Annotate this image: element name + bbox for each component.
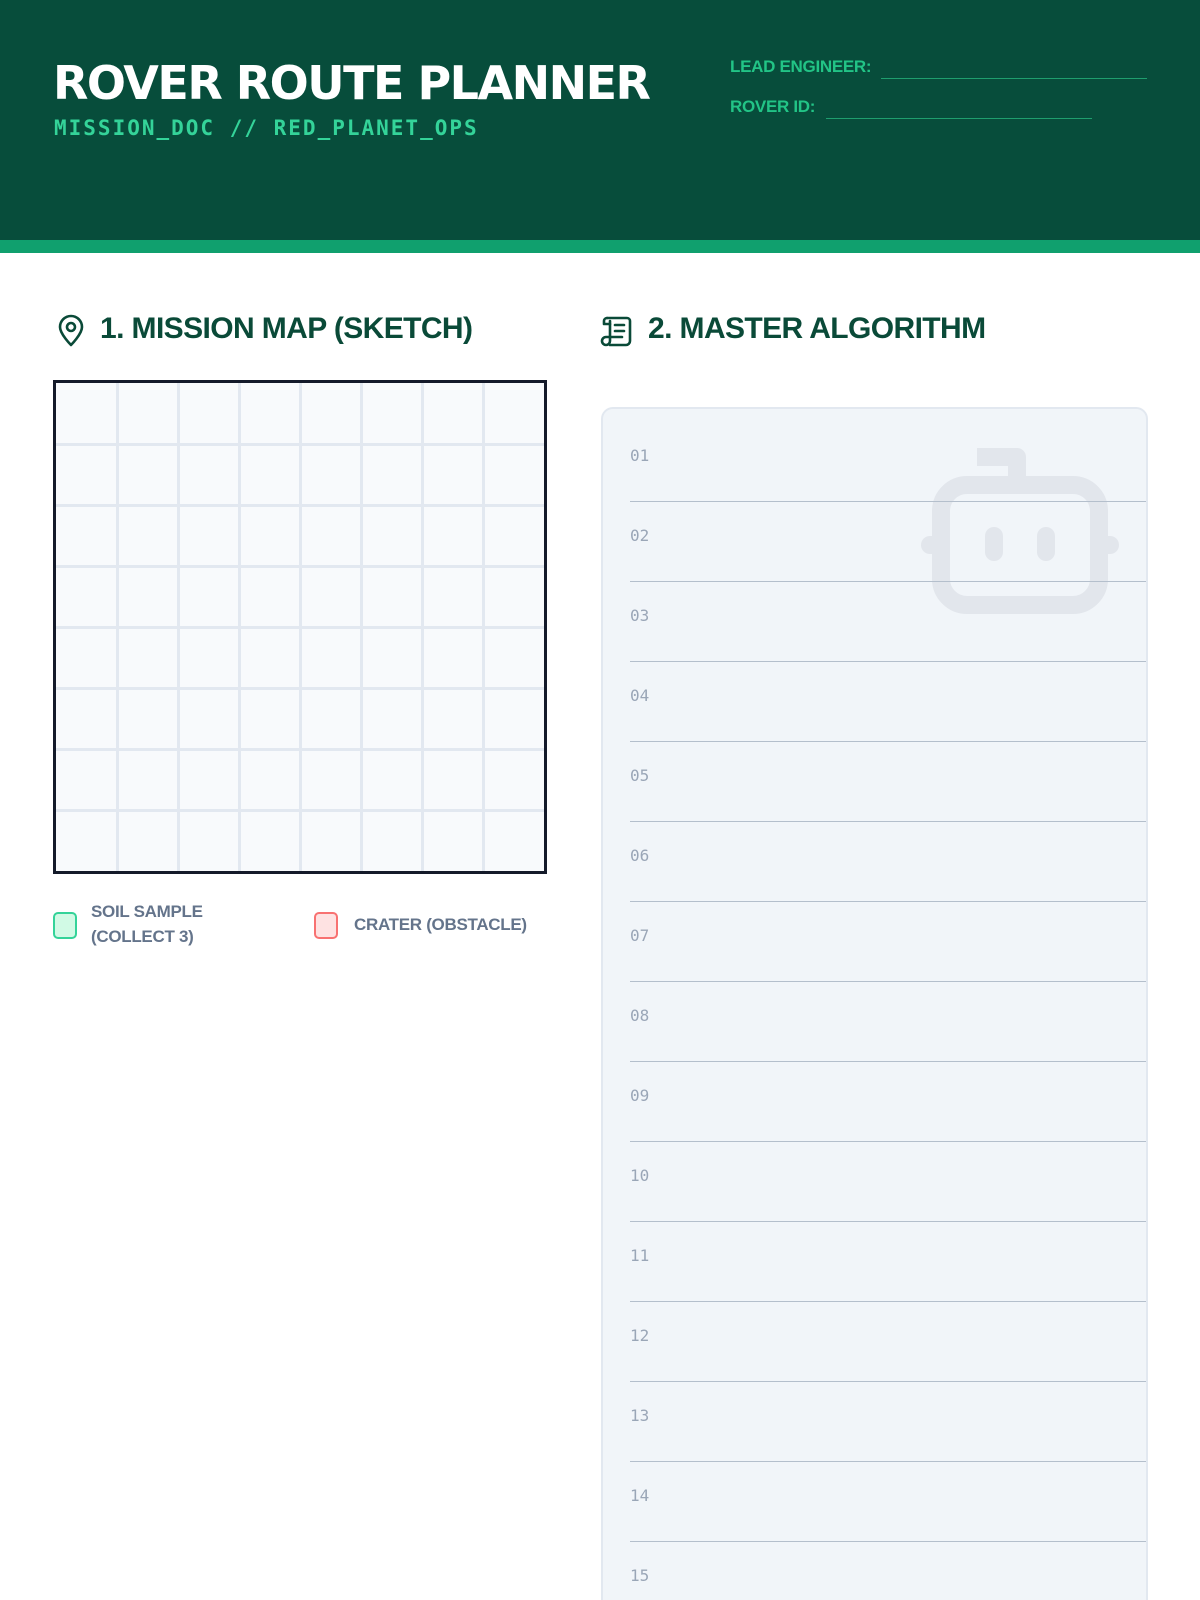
scroll-icon	[600, 316, 632, 347]
header-accent-stripe	[0, 240, 1200, 253]
map-grid-line-horizontal	[56, 747, 544, 751]
algorithm-step-line[interactable]	[630, 1141, 1146, 1142]
algorithm-line-number: 09	[630, 1086, 650, 1105]
page-title: ROVER ROUTE PLANNER	[53, 56, 651, 110]
algorithm-step-line[interactable]	[630, 741, 1146, 742]
soil-sample-legend-swatch	[53, 912, 77, 939]
algorithm-line-number: 05	[630, 766, 650, 785]
crater-legend-label: CRATER (OBSTACLE)	[354, 915, 527, 934]
map-grid-line-horizontal	[56, 442, 544, 446]
algorithm-line-number: 04	[630, 686, 650, 705]
soil-sample-legend-label: SOIL SAMPLE (COLLECT 3)	[91, 902, 203, 946]
rover-id-field[interactable]	[826, 118, 1092, 119]
map-grid-line-horizontal	[56, 625, 544, 629]
algorithm-line-number: 13	[630, 1406, 650, 1425]
robot-icon	[921, 448, 1119, 614]
algorithm-line-number: 07	[630, 926, 650, 945]
algorithm-line-number: 15	[630, 1566, 650, 1585]
algorithm-line-number: 02	[630, 526, 650, 545]
lead-engineer-field[interactable]	[881, 78, 1147, 79]
page-subtitle: MISSION_DOC // RED_PLANET_OPS	[54, 116, 479, 140]
master-algorithm-title: 2. MASTER ALGORITHM	[648, 312, 986, 345]
mission-map-title: 1. MISSION MAP (SKETCH)	[100, 312, 473, 345]
algorithm-step-line[interactable]	[630, 581, 1146, 582]
algorithm-step-line[interactable]	[630, 1221, 1146, 1222]
algorithm-step-line[interactable]	[630, 901, 1146, 902]
algorithm-line-number: 01	[630, 446, 650, 465]
algorithm-step-line[interactable]	[630, 821, 1146, 822]
map-grid-line-horizontal	[56, 686, 544, 690]
algorithm-line-number: 06	[630, 846, 650, 865]
rover-id-label: ROVER ID:	[730, 97, 816, 116]
lead-engineer-label: LEAD ENGINEER:	[730, 57, 872, 76]
map-pin-icon	[58, 314, 84, 347]
algorithm-line-number: 12	[630, 1326, 650, 1345]
algorithm-line-number: 10	[630, 1166, 650, 1185]
algorithm-step-line[interactable]	[630, 1061, 1146, 1062]
algorithm-line-number: 11	[630, 1246, 650, 1265]
algorithm-line-number: 03	[630, 606, 650, 625]
map-grid-line-horizontal	[56, 564, 544, 568]
map-grid-line-horizontal	[56, 808, 544, 812]
algorithm-step-line[interactable]	[630, 981, 1146, 982]
algorithm-line-number: 08	[630, 1006, 650, 1025]
algorithm-step-line[interactable]	[630, 661, 1146, 662]
algorithm-line-number: 14	[630, 1486, 650, 1505]
crater-legend-swatch	[314, 912, 338, 939]
algorithm-step-line[interactable]	[630, 1541, 1146, 1542]
map-grid-line-horizontal	[56, 503, 544, 507]
algorithm-step-line[interactable]	[630, 1301, 1146, 1302]
algorithm-panel[interactable]: 01 02 03 04 05 06 07 08 09 10 11 12 13 14 15	[601, 407, 1148, 1600]
algorithm-step-line[interactable]	[630, 1461, 1146, 1462]
algorithm-step-line[interactable]	[630, 1381, 1146, 1382]
algorithm-step-line[interactable]	[630, 501, 1146, 502]
mission-map-grid[interactable]	[53, 380, 547, 874]
header-banner: ROVER ROUTE PLANNER MISSION_DOC // RED_P…	[0, 0, 1200, 240]
